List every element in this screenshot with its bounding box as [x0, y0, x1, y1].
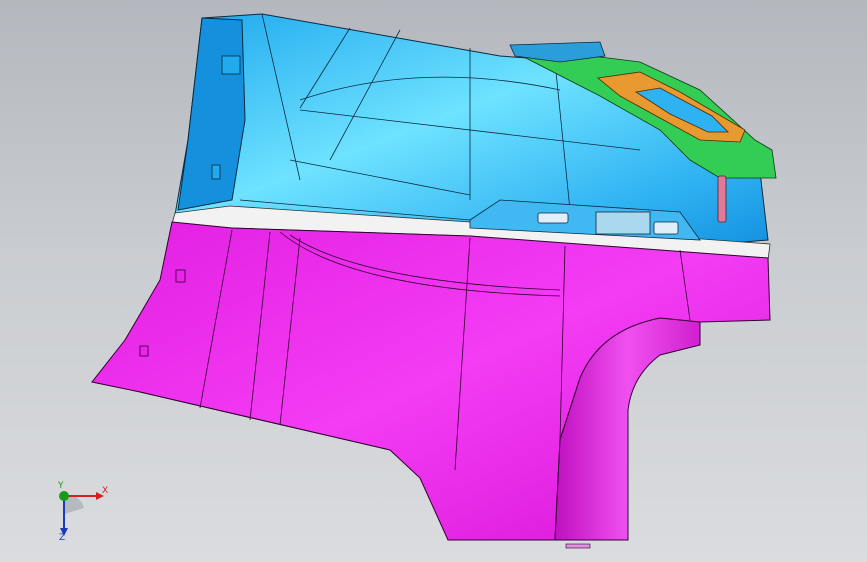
clip-tab [139, 345, 149, 357]
model-render [91, 13, 777, 549]
z-axis-label: Z [59, 533, 66, 543]
belt-slot [537, 212, 569, 224]
clip-tab [175, 269, 186, 283]
upper-panel-flange [177, 17, 246, 211]
lower-panel [91, 221, 771, 541]
belt-slot [653, 221, 679, 235]
cad-viewport[interactable]: X Y Z [0, 0, 867, 562]
y-axis-label: Y [58, 481, 64, 491]
clip-tab [221, 55, 241, 75]
y-axis-origin [59, 491, 69, 501]
coordinate-triad: X Y Z [40, 480, 120, 550]
pin-tab [717, 175, 727, 223]
clip-tab [211, 164, 221, 180]
belt-slot [595, 211, 651, 235]
x-axis-label: X [102, 486, 109, 496]
bottom-pin [565, 543, 591, 549]
